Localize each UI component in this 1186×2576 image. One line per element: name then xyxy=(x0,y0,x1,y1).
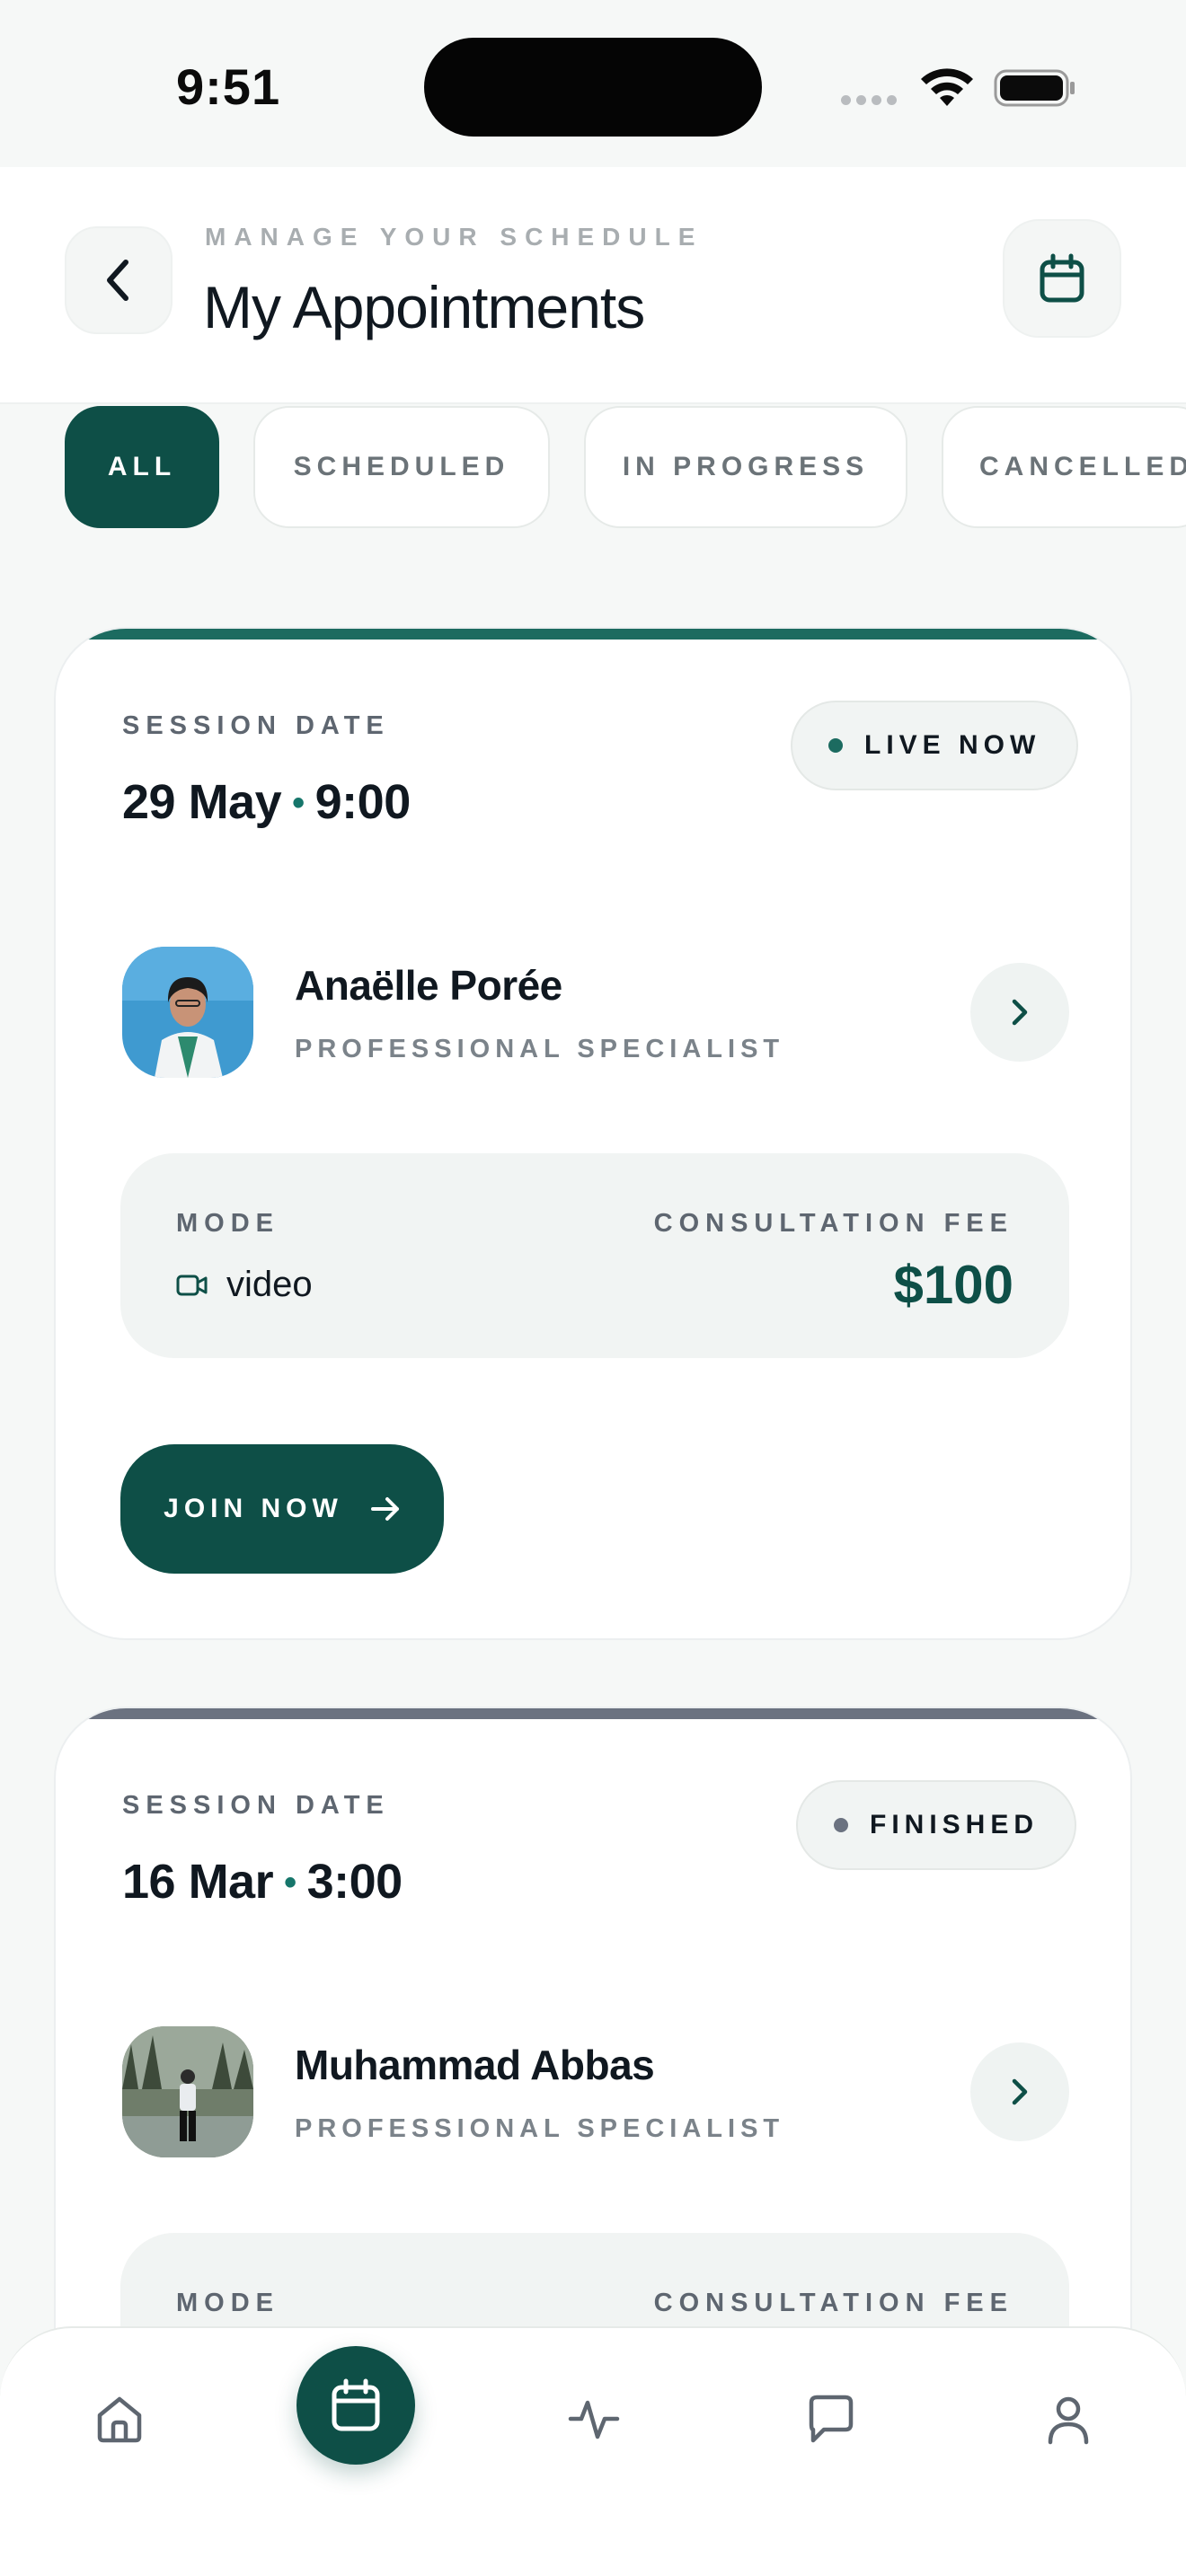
separator-dot: • xyxy=(292,783,305,823)
status-bar: 9:51 xyxy=(0,0,1186,167)
appointment-card[interactable]: SESSION DATE 29 May • 9:00 LIVE NOW Anaëll… xyxy=(54,627,1132,1640)
profile-icon xyxy=(1048,2396,1089,2445)
filter-all[interactable]: ALL xyxy=(65,406,219,528)
video-camera-icon xyxy=(176,1275,208,1295)
calendar-button[interactable] xyxy=(1003,219,1121,338)
chat-icon xyxy=(809,2395,854,2443)
doctor-role: PROFESSIONAL SPECIALIST xyxy=(295,2114,785,2143)
avatar xyxy=(122,947,253,1078)
session-time: 3:00 xyxy=(306,1855,403,1909)
arrow-right-icon xyxy=(370,1497,399,1521)
status-dot xyxy=(828,738,843,753)
fee-label: CONSULTATION FEE xyxy=(653,2289,1013,2317)
card-accent-bar xyxy=(56,629,1130,640)
nav-activity[interactable] xyxy=(553,2378,634,2459)
nav-home[interactable] xyxy=(79,2378,160,2459)
session-day: 16 Mar xyxy=(122,1855,274,1909)
app-header: MANAGE YOUR SCHEDULE My Appointments xyxy=(0,167,1186,404)
separator-dot: • xyxy=(284,1863,296,1902)
mode-label: MODE xyxy=(176,1209,279,1238)
avatar xyxy=(122,2026,253,2157)
header-eyebrow: MANAGE YOUR SCHEDULE xyxy=(205,223,704,251)
open-details-button[interactable] xyxy=(970,2042,1069,2141)
chevron-right-icon xyxy=(1012,999,1028,1026)
status-text: LIVE NOW xyxy=(864,730,1041,760)
doctor-name: Anaëlle Porée xyxy=(295,962,562,1009)
cellular-signal-icon xyxy=(841,95,897,105)
calendar-icon xyxy=(332,2378,380,2431)
filter-scheduled[interactable]: SCHEDULED xyxy=(253,406,550,528)
wifi-icon xyxy=(921,68,973,106)
appointment-info-box: MODE video CONSULTATION FEE $100 xyxy=(120,1153,1069,1358)
mode-text: video xyxy=(226,1265,313,1304)
fee-value: $100 xyxy=(893,1255,1013,1315)
nav-messages[interactable] xyxy=(791,2378,872,2459)
join-now-button[interactable]: JOIN NOW xyxy=(120,1444,444,1574)
filter-in-progress[interactable]: IN PROGRESS xyxy=(584,406,907,528)
filter-cancelled[interactable]: CANCELLED xyxy=(942,406,1186,528)
home-icon xyxy=(97,2396,142,2443)
chevron-right-icon xyxy=(1012,2078,1028,2105)
session-date-label: SESSION DATE xyxy=(122,711,390,740)
status-text: FINISHED xyxy=(870,1810,1040,1839)
bottom-navigation xyxy=(0,2326,1186,2576)
open-details-button[interactable] xyxy=(970,963,1069,1062)
mode-value: video xyxy=(176,1265,313,1305)
calendar-icon xyxy=(1040,253,1084,303)
session-date: 16 Mar • 3:00 xyxy=(122,1854,403,1910)
session-date-label: SESSION DATE xyxy=(122,1791,390,1820)
status-badge: LIVE NOW xyxy=(791,701,1079,790)
fee-label: CONSULTATION FEE xyxy=(653,1209,1013,1238)
status-dot xyxy=(834,1818,848,1832)
session-time: 9:00 xyxy=(314,775,412,829)
activity-icon xyxy=(568,2400,620,2439)
nav-profile[interactable] xyxy=(1028,2378,1109,2459)
filter-chips: ALL SCHEDULED IN PROGRESS CANCELLED xyxy=(65,406,1186,528)
card-accent-bar xyxy=(56,1708,1130,1719)
join-now-label: JOIN NOW xyxy=(164,1494,343,1523)
battery-icon xyxy=(994,69,1075,107)
doctor-role: PROFESSIONAL SPECIALIST xyxy=(295,1035,785,1063)
nav-appointments[interactable] xyxy=(296,2346,415,2465)
back-button[interactable] xyxy=(65,226,173,334)
doctor-name: Muhammad Abbas xyxy=(295,2042,655,2088)
page-title: My Appointments xyxy=(203,274,645,340)
session-day: 29 May xyxy=(122,775,282,829)
status-time: 9:51 xyxy=(176,58,281,115)
chevron-left-icon xyxy=(107,260,128,301)
session-date: 29 May • 9:00 xyxy=(122,774,411,830)
dynamic-island xyxy=(424,38,762,137)
status-badge: FINISHED xyxy=(796,1780,1077,1870)
mode-label: MODE xyxy=(176,2289,279,2317)
